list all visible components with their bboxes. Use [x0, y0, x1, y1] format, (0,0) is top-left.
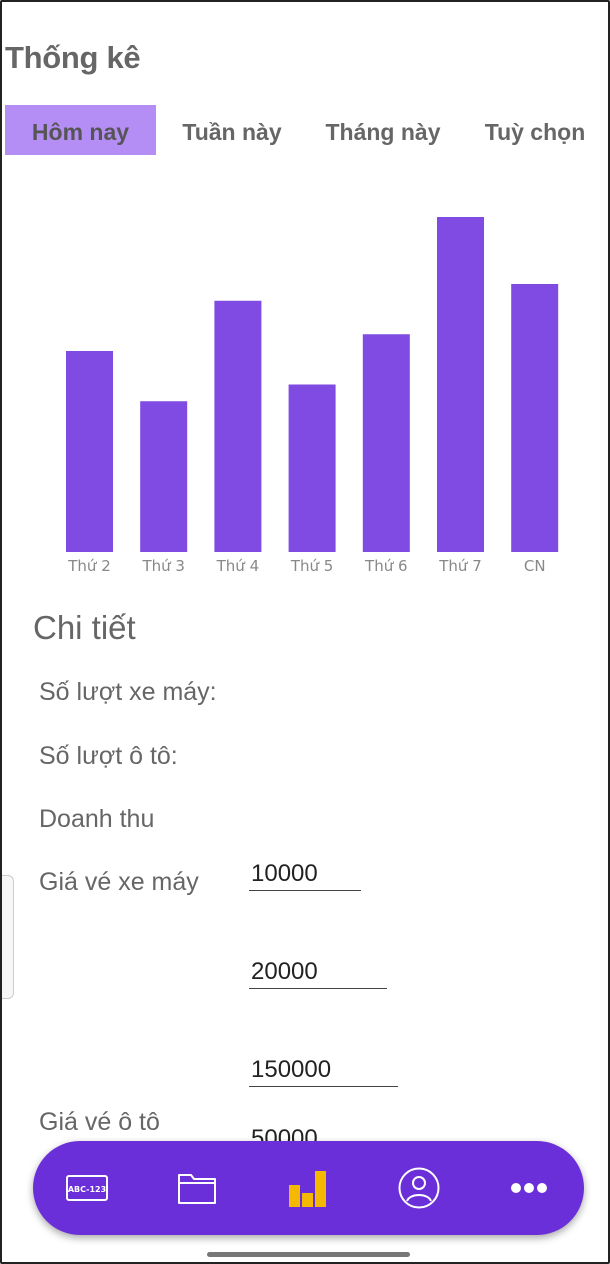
nav-files[interactable]	[157, 1141, 237, 1235]
price-input-2[interactable]	[249, 955, 387, 989]
folder-icon	[178, 1174, 216, 1204]
nav-statistics[interactable]	[268, 1141, 348, 1235]
chart-tick-label: CN	[524, 557, 546, 575]
tab-this-week[interactable]: Tuần này	[167, 105, 297, 155]
license-plate-icon: ABC-123	[66, 1175, 108, 1201]
user-icon	[398, 1167, 440, 1209]
page-title: Thống kê	[5, 40, 141, 75]
chart-bar-7	[511, 284, 559, 552]
bottom-nav-bar: ABC-123	[33, 1141, 584, 1235]
tab-custom[interactable]: Tuỳ chọn	[470, 105, 600, 155]
chart-bar-6	[437, 217, 484, 552]
app-screen: Thống kê Hôm nay Tuần này Tháng này Tuỳ …	[0, 0, 610, 1264]
revenue-label: Doanh thu	[39, 805, 155, 833]
weekly-bar-chart: Thứ 2 Thứ 3 Thứ 4 Thứ 5 Thứ 6 Thứ 7 CN	[66, 217, 559, 575]
nav-profile[interactable]	[379, 1141, 459, 1235]
details-title: Chi tiết	[33, 609, 136, 646]
chart-tick-label: Thứ 7	[438, 557, 482, 575]
chart-bar-3	[214, 300, 262, 552]
nav-vehicle-plate[interactable]: ABC-123	[47, 1141, 127, 1235]
side-drawer-handle[interactable]	[2, 875, 14, 999]
period-tabs: Hôm nay Tuần này Tháng này Tuỳ chọn	[2, 105, 608, 155]
bar-chart-icon	[289, 1171, 326, 1207]
chart-tick-label: Thứ 2	[67, 557, 111, 575]
motorbike-price-input[interactable]	[249, 857, 361, 891]
license-plate-text: ABC-123	[68, 1185, 106, 1194]
motorbike-price-label: Giá vé xe máy	[39, 868, 199, 896]
home-indicator[interactable]	[207, 1252, 410, 1257]
price-input-3[interactable]	[249, 1053, 398, 1087]
chart-bar-1	[66, 351, 113, 552]
chart-bar-5	[362, 334, 410, 552]
motorbike-count-label: Số lượt xe máy:	[39, 678, 217, 706]
tab-today[interactable]: Hôm nay	[5, 105, 156, 155]
chart-tick-label: Thứ 6	[364, 557, 408, 575]
chart-bar-4	[288, 384, 336, 552]
chart-tick-label: Thứ 5	[290, 557, 334, 575]
car-price-label: Giá vé ô tô	[39, 1108, 160, 1136]
car-count-label: Số lượt ô tô:	[39, 742, 178, 770]
chart-tick-label: Thứ 4	[216, 557, 260, 575]
chart-bar-2	[140, 401, 188, 552]
nav-more[interactable]	[489, 1141, 569, 1235]
more-icon	[511, 1183, 547, 1193]
chart-tick-label: Thứ 3	[141, 557, 185, 575]
tab-this-month[interactable]: Tháng này	[312, 105, 454, 155]
